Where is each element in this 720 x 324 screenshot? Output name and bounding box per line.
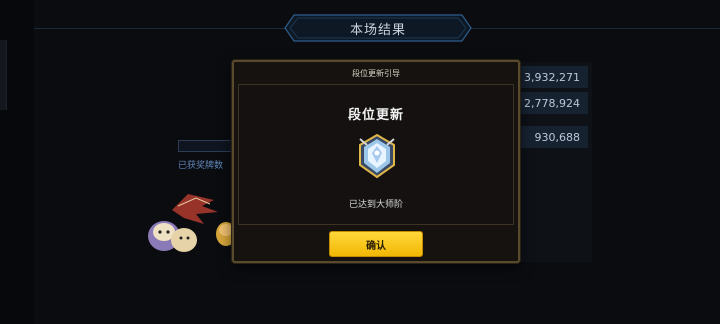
page-title: 本场结果 xyxy=(349,21,406,37)
rank-emblem-icon xyxy=(359,133,395,179)
medal-progress-bar xyxy=(178,140,234,152)
dialog-title: 段位更新引导 xyxy=(352,69,400,78)
rank-achieved-message: 已达到大师阶 xyxy=(348,199,403,209)
dialog-content: 段位更新 已达到大师阶 xyxy=(238,84,514,225)
side-tab[interactable] xyxy=(0,40,7,110)
character-sprites xyxy=(148,194,236,252)
confirm-button[interactable]: 确认 xyxy=(329,231,423,257)
rank-update-heading: 段位更新 xyxy=(347,107,404,122)
medal-count-label: 已获奖牌数 xyxy=(178,160,224,170)
rank-update-dialog: 段位更新引导 段位更新 已达到大师阶 确认 xyxy=(232,60,520,263)
score-value: 3,932,271 xyxy=(520,66,588,88)
result-header: 本场结果 xyxy=(284,14,472,42)
score-value: 2,778,924 xyxy=(520,92,588,114)
score-value: 930,688 xyxy=(520,126,588,148)
